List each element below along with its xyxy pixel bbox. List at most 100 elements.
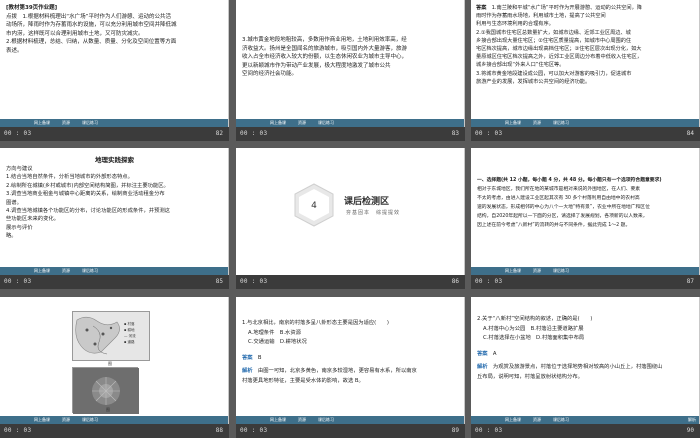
map-legend: ▪ 村落 ▪ 耕地 — 河流 ▪ 道路	[124, 321, 136, 345]
slide-number: 85	[215, 278, 223, 285]
nav-button[interactable]: 网上备课	[505, 120, 521, 125]
nav-button[interactable]: 网上备课	[270, 120, 286, 125]
text-line: [教材第39页作业题]	[6, 5, 58, 11]
slide-thumbnail-87[interactable]: 一、选择题(共 12 小题，每小题 4 分，共 48 分。每小题只有一个选项符合…	[471, 148, 700, 289]
slide-thumbnail-82[interactable]: [教材第39页作业题] 点拨 1.根据材料梳理出“水广场”平时作为人们游憩、运动…	[0, 0, 229, 141]
nav-button[interactable]: 资源	[533, 120, 541, 125]
slide-footer: 00 : 03 83	[236, 127, 465, 141]
slide-thumbnail-83[interactable]: 3.城市黄金地段地租较高，多数用作商业用地，土地利用效率高，经 济收益大。扬州是…	[236, 0, 465, 141]
nav-button[interactable]: 课后练习	[82, 120, 98, 125]
text-line: 表述。	[6, 47, 23, 54]
text-line: 空间的经济社会功能。	[242, 71, 298, 78]
slide-footer: 00 : 03 88	[0, 424, 229, 438]
slide-thumbnail-89[interactable]: 1.与北京相比，南京的村落多呈八卦形态主要是因为适应( ) A.地理条件 B.水…	[236, 297, 465, 438]
slide-timing: 00 : 03	[475, 278, 503, 285]
slide-number: 88	[215, 427, 223, 434]
option-line: C.村落选择在小盆地 D.村落面积集中布局	[483, 335, 585, 341]
text-line: 雨时作为存蓄雨水场地，利用城市土地，提高了公共空间	[476, 13, 606, 20]
analysis-label: 解析	[242, 368, 253, 374]
text-line: 结构，自2020年起所以一下面的分区，请选择了发展规划，各项新的以人数来，	[477, 214, 648, 219]
nav-button[interactable]: 课后练习	[553, 268, 569, 273]
question-block: 1.与北京相比，南京的村落多呈八卦形态主要是因为适应( ) A.地理条件 B.水…	[242, 319, 460, 386]
slide-canvas: [教材第39页作业题] 点拨 1.根据材料梳理出“水广场”平时作为人们游憩、运动…	[0, 0, 229, 127]
answer-label: 答案	[477, 350, 488, 357]
slide-text-block: 一、选择题(共 12 小题，每小题 4 分，共 48 分。每小题只有一个选项符合…	[477, 176, 695, 230]
section-number: 4	[311, 201, 317, 211]
slide-thumbnail-88[interactable]: ▪ 村落 ▪ 耕地 — 河流 ▪ 道路 图 图 网上备课 资源 课后练习 00 : …	[0, 297, 229, 438]
nav-button[interactable]: 资源	[62, 417, 70, 422]
slide-thumbnail-85[interactable]: 地理实践探索 方向与建议 1.结合当地自然条件，分析当地城市的外部形态特点。 2…	[0, 148, 229, 289]
nav-button[interactable]: 课后练习	[553, 417, 569, 422]
text-line: 3.调查当地商业租金与城镇中心距离的关系，绘制商业活动租金分布	[6, 191, 165, 198]
slide-nav-strip: 网上备课 资源 课后练习	[236, 119, 464, 127]
analysis-label: 解析	[477, 364, 488, 370]
text-line: 1.结合当地自然条件，分析当地城市的外部形态特点。	[6, 174, 133, 181]
text-line: 相对于东城地区，我们所在地的某城市是相对来说的外围地区，在人们、要素	[477, 187, 641, 192]
question-block: 2.关于“八新村”空间结构的叙述，正确的是( ) A.村落中心为公园 B.村落沿…	[477, 315, 695, 382]
slide-timing: 00 : 03	[240, 427, 268, 434]
option-line: A.地理条件 B.水资源	[248, 329, 301, 336]
text-line: 一、选择题(共 12 小题，每小题 4 分，共 48 分。每小题只有一个选项符合…	[477, 178, 662, 183]
map-figure-top	[72, 311, 150, 361]
text-line: 更以新颖城市作为带动产业发展，极大程度地激发了城市公共	[242, 62, 391, 69]
nav-button[interactable]: 网上备课	[270, 417, 286, 422]
slide-text-block: [教材第39页作业题] 点拨 1.根据材料梳理出“水广场”平时作为人们游憩、运动…	[6, 4, 224, 56]
analysis-line: 解析 由图一可知，北京多黄色，南京多较湿地，更容易有水系，所以南京	[242, 367, 460, 377]
slide-nav-strip: 网上备课 资源 课后练习	[471, 119, 699, 127]
analysis-text: 村落更具地形特征，主要是受水体的影响，故选 B。	[242, 377, 364, 384]
slide-canvas: 2.关于“八新村”空间结构的叙述，正确的是( ) A.村落中心为公园 B.村落沿…	[471, 297, 700, 424]
nav-button[interactable]: 网上备课	[505, 268, 521, 273]
slide-thumbnail-84[interactable]: 答案 1.南兰陵和平城“水广场”平时作为开展游憩、运动的公共空间，降 雨时作为存…	[471, 0, 700, 141]
nav-button[interactable]: 资源	[62, 268, 70, 273]
slide-sorter-grid: [教材第39页作业题] 点拨 1.根据材料梳理出“水广场”平时作为人们游憩、运动…	[0, 0, 700, 438]
nav-button[interactable]: 网上备课	[505, 417, 521, 422]
nav-button[interactable]: 课后练习	[82, 268, 98, 273]
slide-timing: 00 : 03	[240, 278, 268, 285]
slide-timing: 00 : 03	[240, 130, 268, 137]
nav-button[interactable]: 课后练习	[82, 417, 98, 422]
hexagon-badge-icon: 4	[294, 183, 334, 227]
text-line: 2.①我国城市住宅区总数量扩大，如城市边缘、近郊工业区周边、城	[476, 29, 631, 36]
option-line: A.村落中心为公园 B.村落沿主要道路扩展	[483, 325, 584, 332]
slide-canvas: 1.与北京相比，南京的村落多呈八卦形态主要是因为适应( ) A.地理条件 B.水…	[236, 297, 465, 424]
slide-footer: 00 : 03 86	[236, 275, 465, 289]
nav-button[interactable]: 课后练习	[318, 417, 334, 422]
section-subtitle: 夯基固本 综提提效	[346, 210, 401, 216]
analysis-line: 解析 为观赏及旅游景点，村落位于选择地势相对较高的小山丘上，村落围绕山	[477, 363, 695, 373]
analysis-text: 由图一可知，北京多黄色，南京多较湿地，更容易有水系，所以南京	[257, 368, 417, 374]
text-line: 3.城市黄金地段地租较高，多数用作商业用地，土地利用效率高，经	[242, 37, 407, 43]
nav-button[interactable]: 网上备课	[34, 120, 50, 125]
slide-thumbnail-90[interactable]: 2.关于“八新村”空间结构的叙述，正确的是( ) A.村落中心为公园 B.村落沿…	[471, 297, 700, 438]
nav-button[interactable]: 网上备课	[34, 417, 50, 422]
jiexi-button[interactable]: 解析	[688, 417, 696, 423]
nav-button[interactable]: 资源	[298, 417, 306, 422]
nav-button[interactable]: 资源	[298, 120, 306, 125]
nav-button[interactable]: 资源	[62, 120, 70, 125]
slide-timing: 00 : 03	[475, 130, 503, 137]
nav-button[interactable]: 课后练习	[318, 120, 334, 125]
nav-button[interactable]: 课后练习	[553, 120, 569, 125]
slide-number: 83	[451, 130, 459, 137]
slide-timing: 00 : 03	[4, 427, 32, 434]
text-line: 因上述在前今考虑“八新村”的流转的并与不同条件，据此完成 1～2 题。	[477, 223, 631, 228]
slide-text-block: 方向与建议 1.结合当地自然条件，分析当地城市的外部形态特点。 2.绘制所在城镇…	[6, 165, 224, 241]
slide-timing: 00 : 03	[4, 130, 32, 137]
slide-nav-strip: 网上备课 资源 课后练习	[0, 267, 228, 275]
nav-button[interactable]: 资源	[533, 417, 541, 422]
slide-footer: 00 : 03 87	[471, 275, 700, 289]
text-line: 收入占全市经济收入较大的份额，以生态休闲农业为城市主导中心，	[242, 54, 408, 61]
text-line: 乡接合部出现大量住宅区；②住宅区质量提高，如城市中心周围的住	[476, 37, 632, 44]
nav-button[interactable]: 网上备课	[34, 268, 50, 273]
text-line: 宅区档次提高，城市边缘出现高档住宅区；③住宅区层次出现分化，如大	[476, 46, 642, 53]
question-text: 2.关于“八新村”空间结构的叙述，正确的是( )	[477, 316, 593, 322]
text-line: 2.根据材料梳理，总结、归纳，从数量、质量、分化及空间位置等方面	[6, 39, 177, 46]
slide-canvas: 3.城市黄金地段地租较高，多数用作商业用地，土地利用效率高，经 济收益大。扬州是…	[236, 0, 465, 127]
text-line: 答案 1.南兰陵和平城“水广场”平时作为开展游憩、运动的公共空间，降	[476, 4, 696, 12]
slide-footer: 00 : 03 82	[0, 127, 229, 141]
slide-nav-strip: 网上备课 资源 课后练习	[0, 416, 228, 424]
slide-title: 地理实践探索	[95, 156, 134, 164]
nav-button[interactable]: 资源	[533, 268, 541, 273]
answer-label: 答案	[476, 5, 487, 11]
slide-thumbnail-86[interactable]: 4 课后检测区 夯基固本 综提提效 00 : 03 86	[236, 148, 465, 289]
slide-number: 90	[686, 427, 694, 434]
